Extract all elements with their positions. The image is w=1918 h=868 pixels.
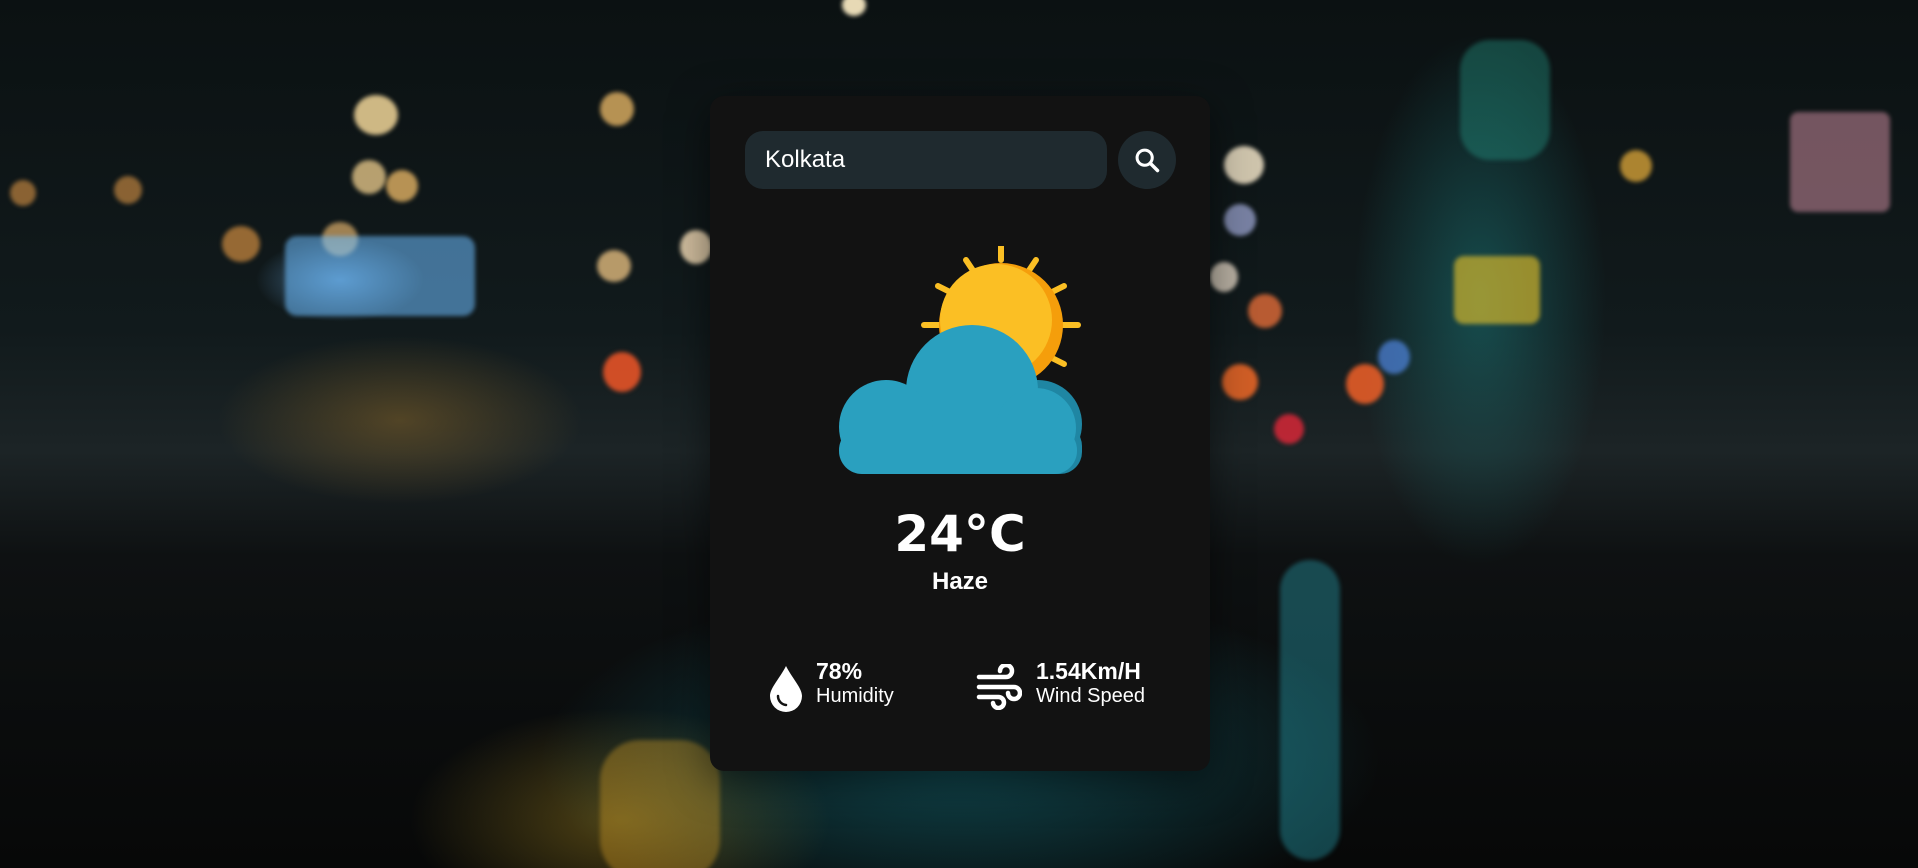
bokeh-light	[1224, 204, 1256, 236]
humidity-stat: 78% Humidity	[768, 658, 928, 714]
bokeh-light	[603, 352, 641, 392]
bokeh-light	[1346, 364, 1384, 404]
bokeh-light	[1248, 294, 1282, 328]
water-drop-icon	[770, 666, 802, 712]
bokeh-light	[842, 0, 866, 16]
bokeh-light	[1620, 150, 1652, 182]
bokeh-light	[600, 92, 634, 126]
wind-speed-label: Wind Speed	[1036, 685, 1145, 707]
humidity-label: Humidity	[816, 685, 894, 707]
weather-card: 24°C Haze 78% Humidity 1.54Km/H Wind Spe…	[710, 96, 1210, 771]
wind-speed-value: 1.54Km/H	[1036, 658, 1141, 684]
bokeh-light	[680, 230, 712, 264]
bokeh-light	[1460, 40, 1550, 160]
road-reflection	[600, 740, 720, 868]
road-reflection	[1280, 560, 1340, 860]
bokeh-light	[10, 180, 36, 206]
bokeh-sign	[285, 236, 475, 316]
bokeh-light	[1274, 414, 1304, 444]
bokeh-light	[114, 176, 142, 204]
bokeh-light	[354, 95, 398, 135]
bokeh-light	[386, 170, 418, 202]
bokeh-light	[1210, 262, 1238, 292]
city-search-input[interactable]	[745, 131, 1107, 189]
bokeh-light	[352, 160, 386, 194]
bokeh-street-sign	[1790, 112, 1890, 212]
search-button[interactable]	[1118, 131, 1176, 189]
bokeh-road-sign	[1454, 256, 1540, 324]
background-street-photo: 24°C Haze 78% Humidity 1.54Km/H Wind Spe…	[0, 0, 1918, 868]
weather-condition: Haze	[931, 568, 989, 595]
bokeh-light	[597, 250, 631, 282]
wind-icon	[976, 664, 1022, 710]
bokeh-light	[222, 226, 260, 262]
bokeh-light	[1222, 364, 1258, 400]
bokeh-light	[1224, 146, 1264, 184]
temperature: 24°C	[894, 505, 1026, 563]
bokeh-light	[1378, 340, 1410, 374]
partly-cloudy-sun-icon	[839, 246, 1082, 474]
humidity-value: 78%	[816, 658, 863, 684]
search-bar	[745, 131, 1176, 191]
search-icon	[1135, 148, 1160, 173]
wind-speed-stat: 1.54Km/H Wind Speed	[976, 658, 1176, 714]
